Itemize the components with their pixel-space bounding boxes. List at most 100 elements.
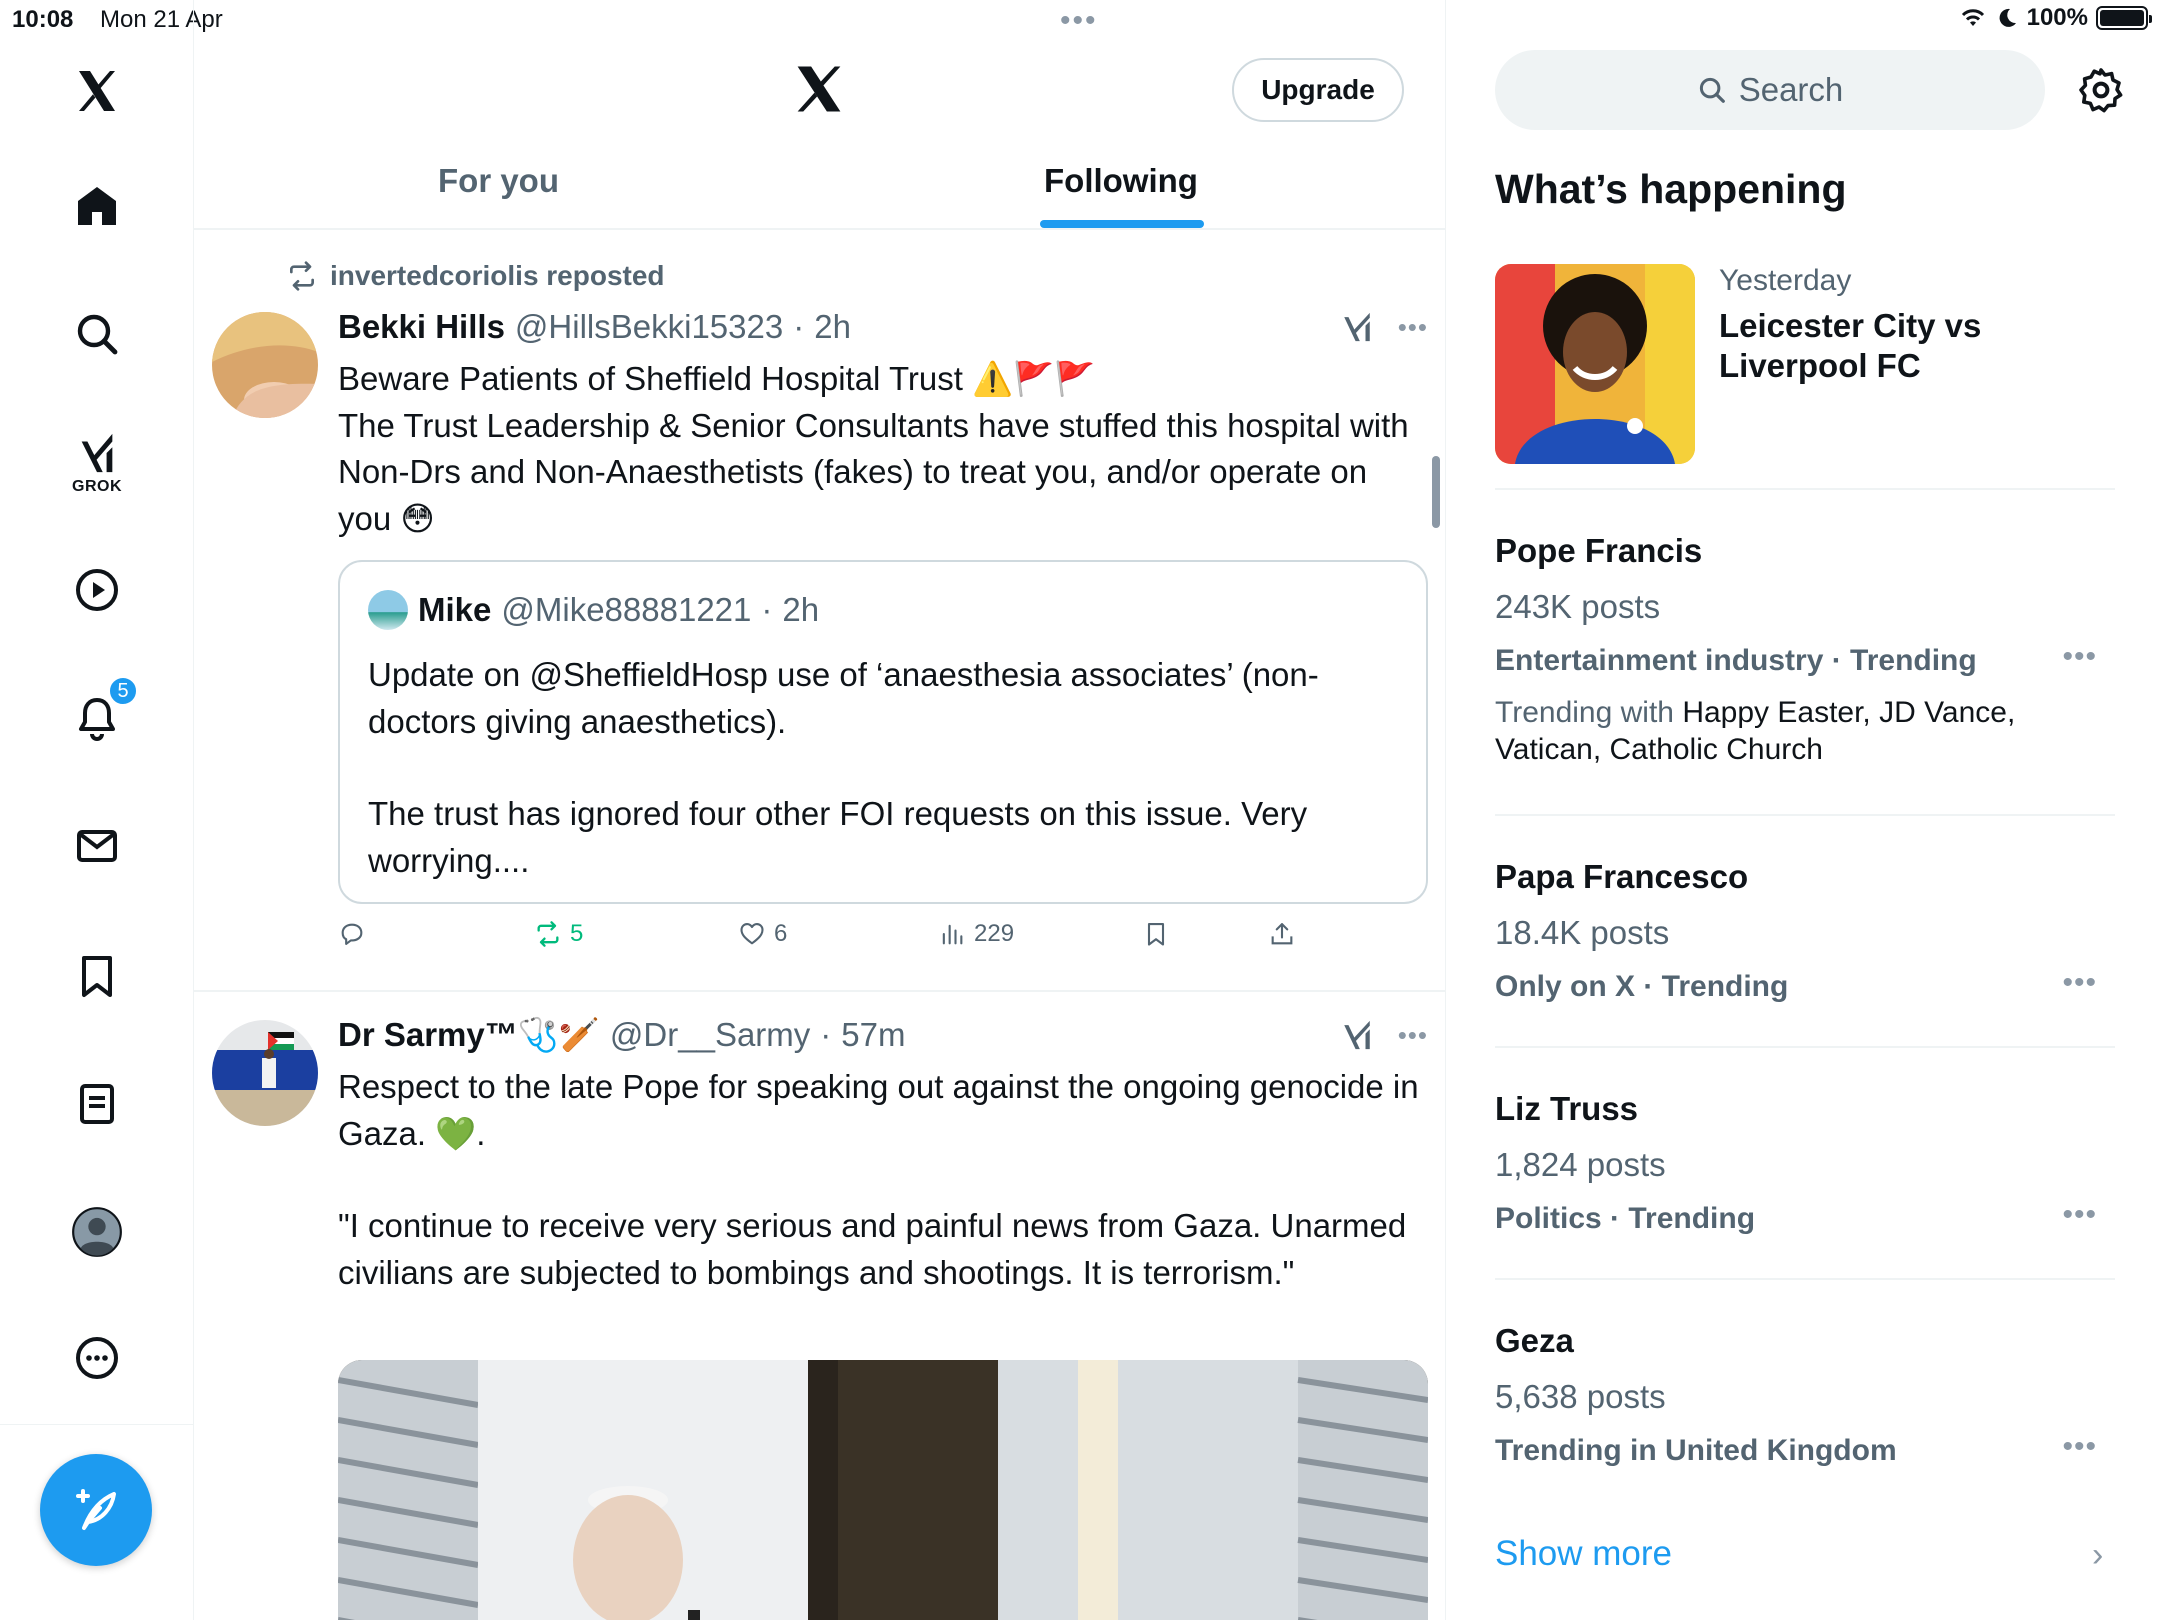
- grok-nav-item[interactable]: GROK: [0, 428, 194, 498]
- author-name[interactable]: Bekki Hills: [338, 308, 505, 346]
- trend-post-count: 1,824 posts: [1495, 1146, 1666, 1183]
- bookmark-nav-icon[interactable]: [0, 950, 194, 1002]
- quote-header: Mike @Mike88881221 · 2h: [368, 590, 819, 630]
- views-button[interactable]: 229: [938, 920, 1014, 948]
- ellipsis-icon[interactable]: •••: [2062, 640, 2097, 674]
- nav-divider: [0, 1424, 194, 1425]
- show-more-link[interactable]: Show more: [1495, 1534, 1672, 1574]
- grok-icon[interactable]: [1340, 1018, 1374, 1052]
- trend-title: Papa Francesco: [1495, 858, 1749, 895]
- separator: ·: [761, 591, 773, 628]
- active-tab-indicator: [1040, 220, 1204, 228]
- search-icon: [1699, 77, 1725, 103]
- trend-category: Only on X · Trending: [1495, 970, 1789, 1003]
- post-tools: •••: [1340, 310, 1428, 344]
- trending-with: Trending with Happy Easter, JD Vance, Va…: [1495, 694, 2055, 768]
- trend-post-count: 5,638 posts: [1495, 1378, 1666, 1415]
- grok-label: GROK: [72, 478, 122, 495]
- gear-icon[interactable]: [2077, 66, 2125, 114]
- post-media-image[interactable]: [338, 1360, 1428, 1620]
- trend-category: Trending in United Kingdom: [1495, 1434, 1897, 1467]
- trend-item[interactable]: Liz Truss 1,824 posts Politics · Trendin…: [1495, 1048, 2115, 1280]
- grok-icon[interactable]: [1340, 310, 1374, 344]
- post-paragraph: Respect to the late Pope for speaking ou…: [338, 1068, 1419, 1152]
- scrollbar[interactable]: [1432, 456, 1440, 528]
- right-sidebar: Search What’s happening Yesterday Leices…: [1447, 0, 2160, 1620]
- post[interactable]: invertedcoriolis reposted Bekki Hills @H…: [194, 232, 1445, 992]
- tab-following[interactable]: Following: [1044, 162, 1198, 200]
- main-timeline: Upgrade For you Following invertedcoriol…: [194, 0, 1446, 1620]
- post-time: 2h: [782, 591, 820, 628]
- author-handle[interactable]: @Dr__Sarmy: [610, 1016, 810, 1054]
- author-handle[interactable]: @HillsBekki15323: [515, 308, 783, 346]
- author-handle[interactable]: @Mike88881221: [501, 591, 751, 629]
- header-divider: [194, 228, 1445, 230]
- notifications-nav-item[interactable]: 5: [0, 676, 194, 744]
- x-logo-icon[interactable]: [792, 62, 846, 116]
- post-time: 2h: [814, 308, 851, 345]
- like-count: 6: [774, 920, 788, 947]
- search-input[interactable]: Search: [1495, 50, 2045, 130]
- post-paragraph: "I continue to receive very serious and …: [338, 1207, 1407, 1291]
- reply-icon: [341, 923, 363, 945]
- trend-item[interactable]: Geza 5,638 posts Trending in United King…: [1495, 1280, 2115, 1512]
- post-text-line: The Trust Leadership & Senior Consultant…: [338, 406, 1409, 537]
- repost-icon: [290, 261, 314, 291]
- like-button[interactable]: 6: [738, 920, 787, 948]
- search-placeholder: Search: [1738, 71, 1844, 108]
- notification-badge: 5: [108, 676, 138, 706]
- ellipsis-icon[interactable]: •••: [2062, 1198, 2097, 1232]
- upgrade-button[interactable]: Upgrade: [1232, 58, 1404, 122]
- quoted-post[interactable]: Mike @Mike88881221 · 2h Update on @Sheff…: [338, 560, 1428, 904]
- video-icon[interactable]: [0, 564, 194, 616]
- views-icon: [942, 924, 963, 945]
- repost-count: 5: [570, 920, 584, 947]
- avatar[interactable]: [212, 1020, 318, 1126]
- post-time: 57m: [841, 1016, 906, 1053]
- mail-icon[interactable]: [0, 820, 194, 872]
- post-text: Beware Patients of Sheffield Hospital Tr…: [338, 356, 1428, 542]
- reply-button[interactable]: [338, 920, 366, 948]
- trend-title: Pope Francis: [1495, 532, 1703, 569]
- post-header: Dr Sarmy™🩺🏏 @Dr__Sarmy · 57m: [338, 1016, 906, 1055]
- search-nav-icon[interactable]: [0, 308, 194, 360]
- grok-icon: [81, 433, 113, 473]
- author-name[interactable]: Mike: [418, 591, 491, 629]
- avatar[interactable]: [212, 312, 318, 418]
- ellipsis-icon[interactable]: •••: [2062, 1430, 2097, 1464]
- x-logo-icon[interactable]: [0, 62, 194, 120]
- trend-post-count: 243K posts: [1495, 588, 1661, 625]
- separator: ·: [820, 1016, 832, 1053]
- post-text-line: Beware Patients of Sheffield Hospital Tr…: [338, 360, 1096, 397]
- post-tools: •••: [1340, 1018, 1428, 1052]
- repost-button[interactable]: 5: [534, 920, 583, 948]
- featured-trend[interactable]: Yesterday Leicester City vs Liverpool FC: [1495, 264, 2115, 490]
- ellipsis-icon[interactable]: •••: [1398, 1020, 1428, 1051]
- share-button[interactable]: [1268, 920, 1296, 948]
- trend-item[interactable]: Pope Francis 243K posts Entertainment in…: [1495, 490, 2115, 816]
- compose-button[interactable]: [40, 1454, 152, 1566]
- trend-item[interactable]: Papa Francesco 18.4K posts Only on X · T…: [1495, 816, 2115, 1048]
- ellipsis-icon[interactable]: •••: [1398, 312, 1428, 343]
- trend-category: Politics · Trending: [1495, 1202, 1756, 1235]
- ellipsis-icon[interactable]: •••: [2062, 966, 2097, 1000]
- tab-for-you[interactable]: For you: [438, 162, 559, 200]
- timeline-header: Upgrade For you Following: [194, 0, 1445, 232]
- lists-icon[interactable]: [0, 1078, 194, 1130]
- trend-title: Liz Truss: [1495, 1090, 1639, 1127]
- quote-paragraph: Update on @SheffieldHosp use of ‘anaesth…: [368, 656, 1319, 740]
- more-icon[interactable]: [0, 1332, 194, 1384]
- trend-title: Geza: [1495, 1322, 1574, 1359]
- bookmark-button[interactable]: [1142, 920, 1170, 948]
- home-icon[interactable]: [0, 180, 194, 232]
- chevron-right-icon[interactable]: ›: [2092, 1536, 2103, 1575]
- post[interactable]: Dr Sarmy™🩺🏏 @Dr__Sarmy · 57m ••• Respect…: [194, 994, 1445, 1620]
- share-icon: [1271, 923, 1293, 945]
- avatar[interactable]: [368, 590, 408, 630]
- post-text: Respect to the late Pope for speaking ou…: [338, 1064, 1428, 1296]
- compose-icon: [76, 1489, 116, 1530]
- author-name[interactable]: Dr Sarmy™🩺🏏: [338, 1016, 600, 1055]
- profile-icon[interactable]: [0, 1204, 194, 1260]
- post-header: Bekki Hills @HillsBekki15323 · 2h: [338, 308, 851, 346]
